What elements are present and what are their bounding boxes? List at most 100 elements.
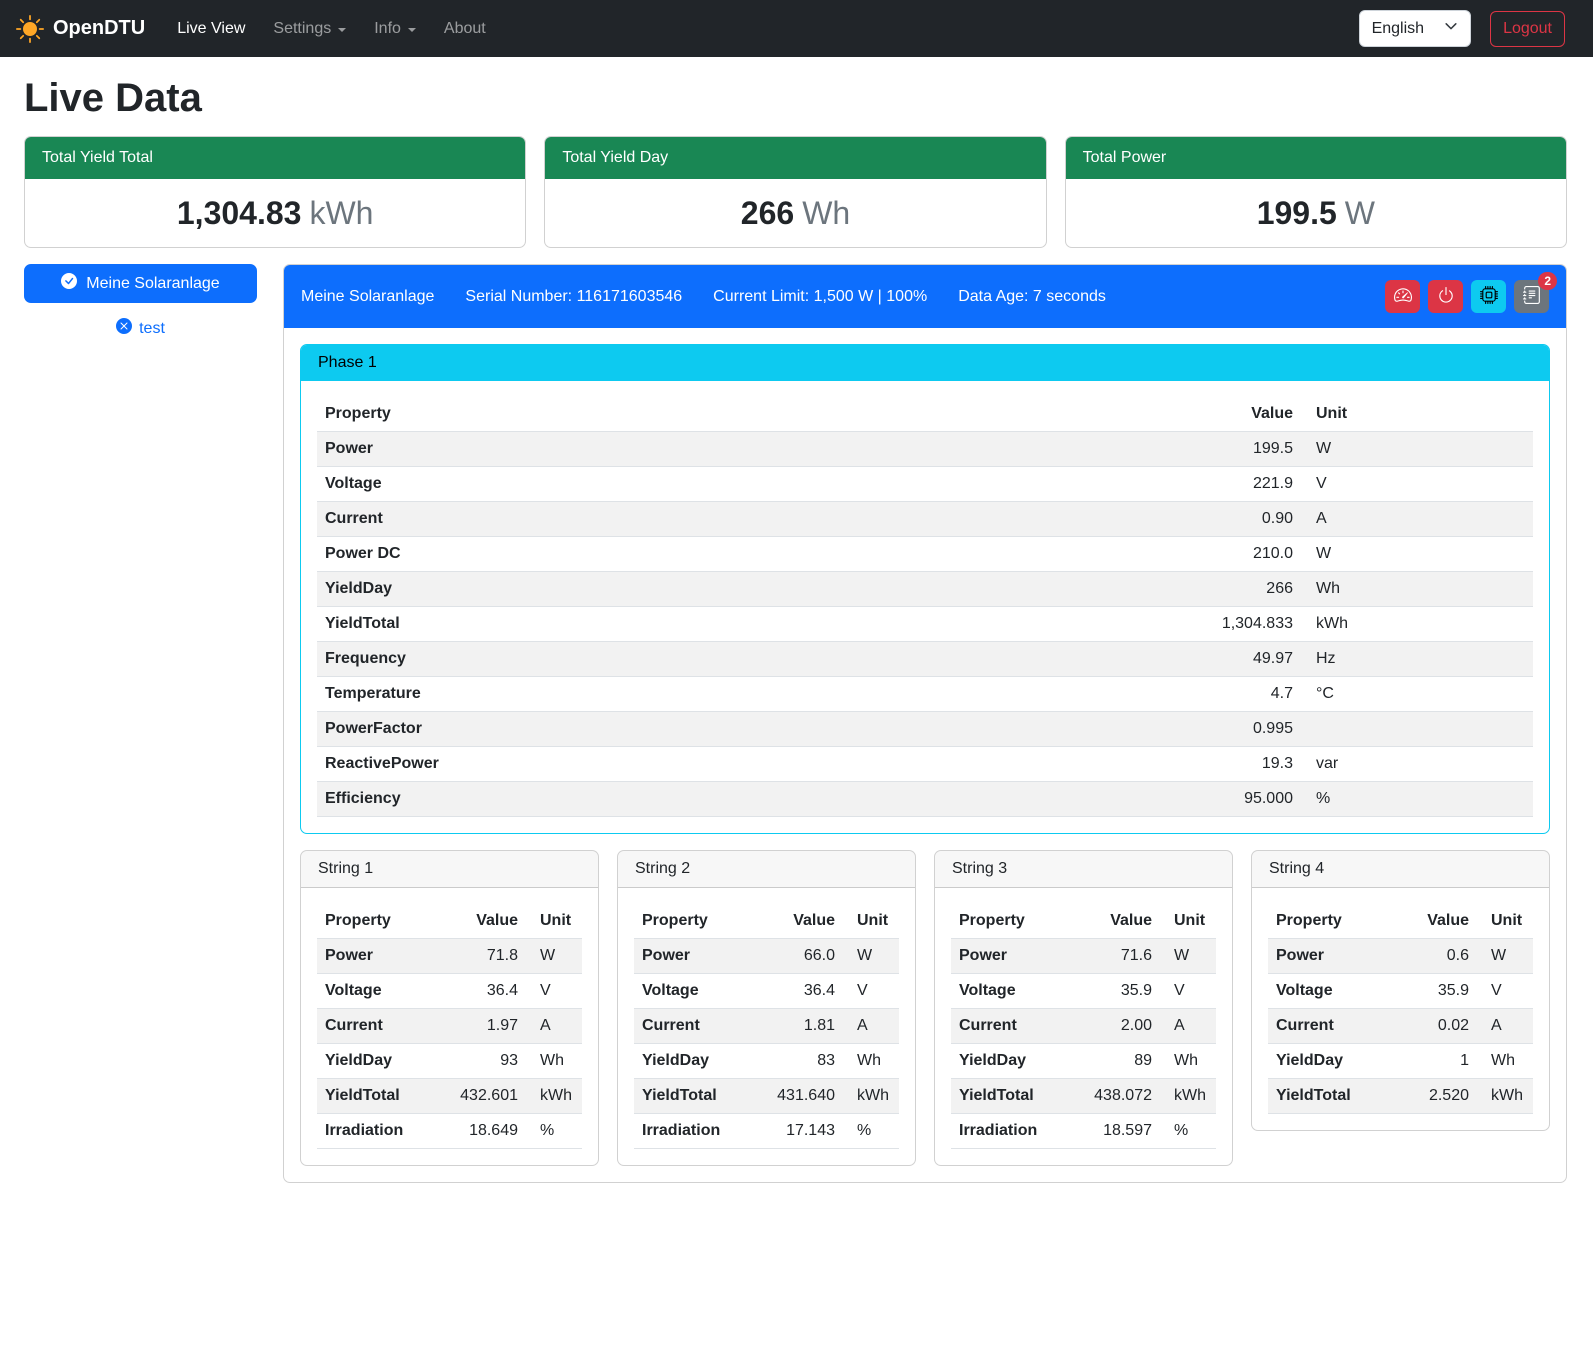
column-header-unit: Unit: [1477, 904, 1533, 939]
language-select[interactable]: English: [1359, 10, 1471, 47]
table-row: Power0.6W: [1268, 939, 1533, 974]
property-cell: Frequency: [317, 642, 906, 677]
value-cell: 432.601: [434, 1079, 526, 1114]
string-card: String 4PropertyValueUnitPower0.6WVoltag…: [1251, 850, 1550, 1131]
string-card-title: String 3: [935, 851, 1232, 888]
value-cell: 71.6: [1068, 939, 1160, 974]
inverter-name: Meine Solaranlage: [301, 288, 434, 306]
table-row: Irradiation18.649%: [317, 1114, 582, 1149]
power-button[interactable]: [1428, 280, 1463, 313]
page-container: Live Data Total Yield Total 1,304.83kWh …: [0, 76, 1593, 1183]
property-cell: Current: [317, 502, 906, 537]
dropdown-caret-icon: [338, 28, 346, 32]
column-header-value: Value: [1396, 904, 1477, 939]
brand-label: OpenDTU: [53, 17, 145, 40]
property-cell: Efficiency: [317, 782, 906, 817]
dropdown-caret-icon: [408, 28, 416, 32]
unit-cell: Wh: [526, 1044, 582, 1079]
property-cell: Irradiation: [951, 1114, 1068, 1149]
unit-cell: [1301, 712, 1533, 747]
unit-cell: %: [843, 1114, 899, 1149]
event-log-button[interactable]: 2: [1514, 280, 1549, 313]
card-value: 199.5W: [1066, 179, 1566, 247]
unit-cell: A: [1160, 1009, 1216, 1044]
nav-item-live-view[interactable]: Live View: [163, 12, 259, 46]
unit-cell: W: [1477, 939, 1533, 974]
value-cell: 199.5: [906, 432, 1301, 467]
table-row: Efficiency95.000%: [317, 782, 1533, 817]
card-title: Total Yield Total: [25, 137, 525, 179]
property-cell: Voltage: [1268, 974, 1396, 1009]
value-cell: 89: [1068, 1044, 1160, 1079]
property-cell: YieldTotal: [1268, 1079, 1396, 1114]
unit-cell: W: [843, 939, 899, 974]
limit-settings-button[interactable]: [1385, 280, 1420, 313]
inverter-serial: Serial Number: 116171603546: [465, 288, 682, 306]
unit-cell: var: [1301, 747, 1533, 782]
navbar-right: English Logout: [1359, 10, 1565, 47]
nav-item-info[interactable]: Info: [360, 12, 430, 46]
device-info-button[interactable]: [1471, 280, 1506, 313]
card-title: Total Power: [1066, 137, 1566, 179]
value-unit: kWh: [309, 195, 373, 231]
table-header-row: PropertyValueUnit: [634, 904, 899, 939]
value-cell: 1,304.833: [906, 607, 1301, 642]
total-yield-day-card: Total Yield Day 266Wh: [544, 136, 1046, 248]
property-cell: Power: [317, 432, 906, 467]
total-power-card: Total Power 199.5W: [1065, 136, 1567, 248]
value-cell: 4.7: [906, 677, 1301, 712]
unit-cell: V: [843, 974, 899, 1009]
phase-card-body: Property Value Unit Power199.5WVoltage22…: [301, 381, 1549, 833]
table-row: Temperature4.7°C: [317, 677, 1533, 712]
value-cell: 17.143: [751, 1114, 843, 1149]
value-number: 266: [741, 195, 794, 231]
property-cell: Voltage: [317, 974, 434, 1009]
column-header-unit: Unit: [1301, 397, 1533, 432]
table-row: YieldDay93Wh: [317, 1044, 582, 1079]
unit-cell: %: [1160, 1114, 1216, 1149]
unit-cell: kWh: [1301, 607, 1533, 642]
unit-cell: V: [1160, 974, 1216, 1009]
property-cell: Power: [951, 939, 1068, 974]
unit-cell: %: [526, 1114, 582, 1149]
sidebar-item-test[interactable]: test: [24, 318, 257, 339]
value-cell: 93: [434, 1044, 526, 1079]
property-cell: YieldDay: [317, 1044, 434, 1079]
phase-card: Phase 1 Property Value Unit Power199.5WV…: [300, 344, 1550, 834]
table-row: Power71.8W: [317, 939, 582, 974]
property-cell: Current: [951, 1009, 1068, 1044]
unit-cell: %: [1301, 782, 1533, 817]
string-card-title: String 4: [1252, 851, 1549, 888]
property-cell: Current: [317, 1009, 434, 1044]
inverter-sidebar: Meine Solaranlage test: [24, 264, 257, 339]
property-cell: YieldTotal: [317, 1079, 434, 1114]
sidebar-item-meine-solaranlage[interactable]: Meine Solaranlage: [24, 264, 257, 303]
phase-card-title: Phase 1: [301, 345, 1549, 381]
property-cell: Voltage: [317, 467, 906, 502]
column-header-property: Property: [317, 397, 906, 432]
card-title: Total Yield Day: [545, 137, 1045, 179]
table-row: Power66.0W: [634, 939, 899, 974]
property-cell: Voltage: [634, 974, 751, 1009]
unit-cell: Wh: [1477, 1044, 1533, 1079]
property-cell: YieldDay: [951, 1044, 1068, 1079]
table-row: Current0.90A: [317, 502, 1533, 537]
nav-item-settings[interactable]: Settings: [259, 12, 360, 46]
table-row: YieldTotal1,304.833kWh: [317, 607, 1533, 642]
value-cell: 36.4: [751, 974, 843, 1009]
string-card-body: PropertyValueUnitPower0.6WVoltage35.9VCu…: [1252, 888, 1549, 1130]
property-cell: YieldTotal: [317, 607, 906, 642]
table-row: Voltage36.4V: [317, 974, 582, 1009]
value-cell: 71.8: [434, 939, 526, 974]
logout-button[interactable]: Logout: [1490, 11, 1565, 47]
value-cell: 36.4: [434, 974, 526, 1009]
inverter-card: Meine Solaranlage Serial Number: 1161716…: [283, 264, 1567, 1183]
nav-links: Live View Settings Info About: [163, 12, 500, 46]
brand[interactable]: OpenDTU: [16, 15, 145, 43]
sidebar-item-label: Meine Solaranlage: [86, 275, 219, 293]
table-row: Voltage35.9V: [1268, 974, 1533, 1009]
unit-cell: kWh: [1477, 1079, 1533, 1114]
inverter-limit: Current Limit: 1,500 W | 100%: [713, 288, 927, 306]
cpu-icon: [1480, 286, 1498, 307]
nav-item-about[interactable]: About: [430, 12, 500, 46]
